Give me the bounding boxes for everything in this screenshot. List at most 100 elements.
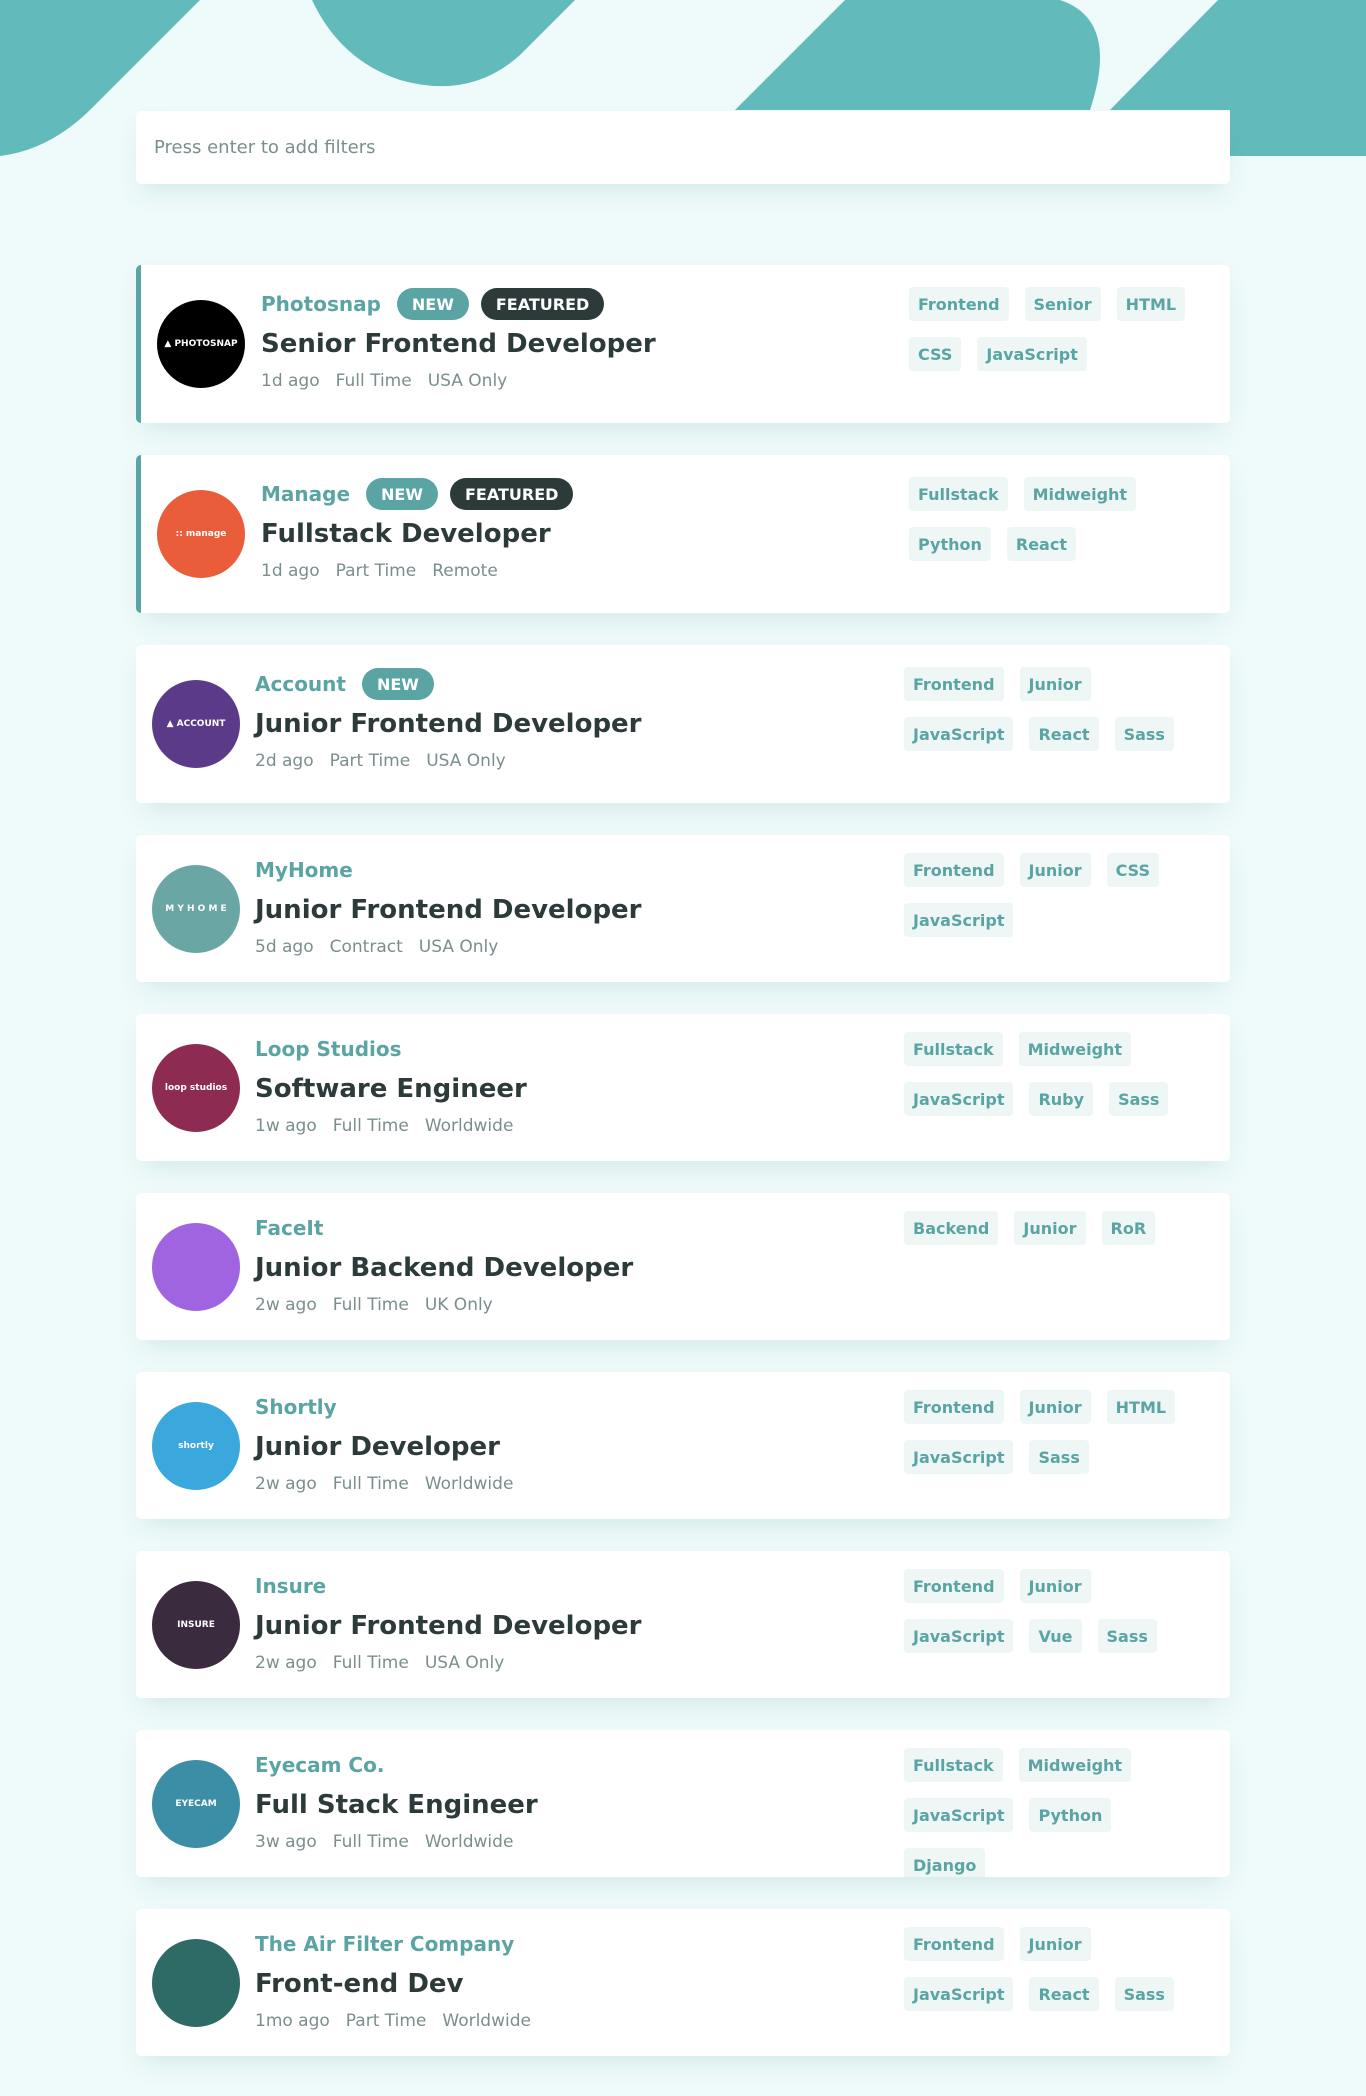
company-logo-text: :: manage <box>175 528 227 539</box>
job-position-link[interactable]: Junior Frontend Developer <box>255 709 642 739</box>
job-card[interactable]: The Air Filter Company Front-end Dev 1mo a… <box>136 1909 1230 2056</box>
job-position-link[interactable]: Junior Backend Developer <box>255 1253 633 1283</box>
tag-filter-button[interactable]: JavaScript <box>977 337 1087 371</box>
tag-filter-button[interactable]: React <box>1029 1977 1099 2011</box>
company-row: Account NEW <box>255 667 642 701</box>
company-logo: loop studios <box>152 1044 240 1132</box>
tag-filter-button[interactable]: HTML <box>1116 287 1186 321</box>
tag-filter-button[interactable]: Django <box>904 1848 986 1877</box>
job-info: FaceIt Junior Backend Developer 2w ago Full… <box>255 1211 633 1315</box>
tag-filter-button[interactable]: Sass <box>1029 1440 1089 1474</box>
company-logo-text: shortly <box>178 1440 214 1451</box>
job-info: Insure Junior Frontend Developer 2w ago Ful… <box>255 1569 642 1673</box>
tag-filter-button[interactable]: React <box>1006 527 1076 561</box>
company-row: Loop Studios <box>255 1032 529 1066</box>
tag-filter-button[interactable]: JavaScript <box>904 1082 1014 1116</box>
job-position-link[interactable]: Software Engineer <box>255 1074 529 1104</box>
tag-filter-button[interactable]: Junior <box>1019 1390 1091 1424</box>
tag-filter-button[interactable]: Backend <box>904 1211 999 1245</box>
job-posted: 1d ago <box>261 371 320 391</box>
tag-filter-button[interactable]: Midweight <box>1018 1748 1132 1782</box>
tag-filter-button[interactable]: Sass <box>1097 1619 1157 1653</box>
tag-filter-button[interactable]: Fullstack <box>904 1032 1003 1066</box>
tag-filter-button[interactable]: JavaScript <box>904 1619 1014 1653</box>
job-card[interactable]: INSURE Insure Junior Frontend Developer 2w … <box>136 1551 1230 1698</box>
job-tags: Fullstack Midweight JavaScript Python Django <box>904 1748 1214 1877</box>
tag-filter-button[interactable]: Python <box>909 527 991 561</box>
tag-filter-button[interactable]: Frontend <box>904 1927 1004 1961</box>
company-logo: shortly <box>152 1402 240 1490</box>
job-position-link[interactable]: Fullstack Developer <box>261 519 585 549</box>
job-info: Eyecam Co. Full Stack Engineer 3w ago Full … <box>255 1748 538 1852</box>
tag-filter-button[interactable]: Sass <box>1109 1082 1169 1116</box>
company-row: Insure <box>255 1569 642 1603</box>
company-name: The Air Filter Company <box>255 1932 515 1956</box>
tag-filter-button[interactable]: Junior <box>1014 1211 1086 1245</box>
job-card[interactable]: M Y H O M E MyHome Junior Frontend Develop… <box>136 835 1230 982</box>
job-contract: Part Time <box>329 751 411 771</box>
job-position-link[interactable]: Senior Frontend Developer <box>261 329 656 359</box>
tag-filter-button[interactable]: JavaScript <box>904 1440 1014 1474</box>
new-badge: NEW <box>366 478 438 510</box>
tag-filter-button[interactable]: Ruby <box>1029 1082 1094 1116</box>
company-logo: INSURE <box>152 1581 240 1669</box>
job-position-link[interactable]: Front-end Dev <box>255 1969 547 1999</box>
tag-filter-button[interactable]: Junior <box>1019 853 1091 887</box>
company-row: Photosnap NEW FEATURED <box>261 287 656 321</box>
job-location: USA Only <box>424 1653 505 1673</box>
tag-filter-button[interactable]: JavaScript <box>904 1798 1014 1832</box>
job-contract: Full Time <box>332 1653 409 1673</box>
tag-filter-button[interactable]: Fullstack <box>909 477 1008 511</box>
tag-filter-button[interactable]: Junior <box>1019 1569 1091 1603</box>
company-logo-text: INSURE <box>177 1619 215 1630</box>
tag-filter-button[interactable]: Junior <box>1019 667 1091 701</box>
tag-filter-button[interactable]: Senior <box>1024 287 1101 321</box>
tag-filter-button[interactable]: JavaScript <box>904 903 1014 937</box>
tag-filter-button[interactable]: Sass <box>1114 717 1174 751</box>
job-card[interactable]: ▲ PHOTOSNAP Photosnap NEW FEATURED Senior Fr… <box>136 265 1230 423</box>
tag-filter-button[interactable]: JavaScript <box>904 1977 1014 2011</box>
company-row: Manage NEW FEATURED <box>261 477 585 511</box>
tag-filter-button[interactable]: Frontend <box>904 1569 1004 1603</box>
job-card[interactable]: shortly Shortly Junior Developer 2w ago Full… <box>136 1372 1230 1519</box>
job-position-link[interactable]: Junior Developer <box>255 1432 529 1462</box>
job-card[interactable]: :: manage Manage NEW FEATUREDFullstack Deve… <box>136 455 1230 613</box>
job-meta: 2w ago Full Time Worldwide <box>255 1474 529 1494</box>
tag-filter-button[interactable]: Vue <box>1029 1619 1082 1653</box>
tag-filter-button[interactable]: JavaScript <box>904 717 1014 751</box>
job-info: Account NEW Junior Frontend Developer 2d ag… <box>255 667 642 771</box>
tag-filter-button[interactable]: Frontend <box>909 287 1009 321</box>
tag-filter-button[interactable]: CSS <box>1106 853 1160 887</box>
job-location: UK Only <box>424 1295 493 1315</box>
job-location: Remote <box>432 561 498 581</box>
tag-filter-button[interactable]: Fullstack <box>904 1748 1003 1782</box>
tag-filter-button[interactable]: React <box>1029 717 1099 751</box>
filter-bar[interactable] <box>136 111 1230 184</box>
job-meta: 2d ago Part Time USA Only <box>255 751 642 771</box>
job-position-link[interactable]: Junior Frontend Developer <box>255 1611 642 1641</box>
job-card[interactable]: FaceIt Junior Backend Developer 2w ago Full… <box>136 1193 1230 1340</box>
tag-filter-button[interactable]: Midweight <box>1023 477 1137 511</box>
job-card[interactable]: EYECAM Eyecam Co. Full Stack Engineer 3w ag… <box>136 1730 1230 1877</box>
job-position-link[interactable]: Full Stack Engineer <box>255 1790 538 1820</box>
company-logo-text: loop studios <box>164 1082 228 1093</box>
tag-filter-button[interactable]: Midweight <box>1018 1032 1132 1066</box>
job-card[interactable]: ▲ ACCOUNT Account NEW Junior Frontend Devel… <box>136 645 1230 803</box>
tag-filter-button[interactable]: Sass <box>1114 1977 1174 2011</box>
tag-filter-button[interactable]: CSS <box>909 337 962 371</box>
job-position-link[interactable]: Junior Frontend Developer <box>255 895 642 925</box>
job-info: MyHome Junior Frontend Developer 5d ago Con… <box>255 853 642 957</box>
filter-input[interactable] <box>154 137 1212 158</box>
job-card[interactable]: loop studios Loop Studios Software Enginee… <box>136 1014 1230 1161</box>
company-logo: ▲ ACCOUNT <box>152 680 240 768</box>
job-posted: 2w ago <box>255 1474 317 1494</box>
featured-badge: FEATURED <box>480 288 605 320</box>
tag-filter-button[interactable]: Python <box>1029 1798 1112 1832</box>
tag-filter-button[interactable]: HTML <box>1106 1390 1176 1424</box>
tag-filter-button[interactable]: RoR <box>1101 1211 1156 1245</box>
tag-filter-button[interactable]: Frontend <box>904 667 1004 701</box>
job-tags: Frontend Junior JavaScript Vue Sass <box>904 1569 1214 1669</box>
tag-filter-button[interactable]: Junior <box>1019 1927 1091 1961</box>
tag-filter-button[interactable]: Frontend <box>904 1390 1004 1424</box>
tag-filter-button[interactable]: Frontend <box>904 853 1004 887</box>
